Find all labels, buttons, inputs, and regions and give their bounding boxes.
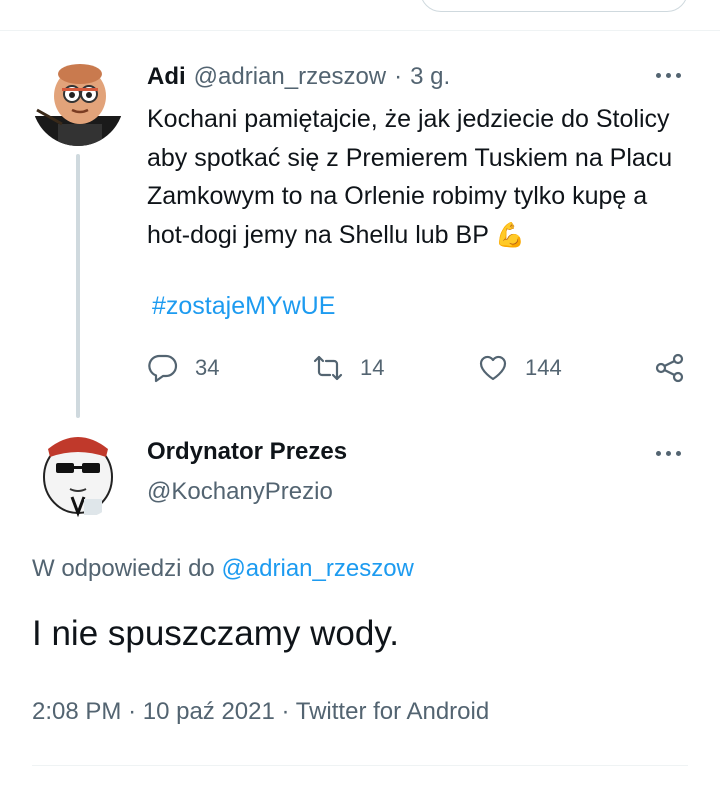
tweet-header: Adi @adrian_rzeszow · 3 g.	[147, 62, 450, 92]
tweet-date[interactable]: 10 paź 2021	[143, 698, 275, 725]
retweet-count: 14	[360, 355, 385, 380]
reply-tweet-text: I nie spuszczamy wody.	[32, 614, 399, 653]
tweet-time[interactable]: 3 g.	[410, 63, 450, 91]
more-dots-icon[interactable]	[652, 70, 684, 80]
tweet-actions: 34 14 144	[147, 350, 692, 386]
avatar[interactable]	[32, 427, 124, 519]
like-button[interactable]: 144	[477, 350, 562, 386]
author-name[interactable]: Adi	[147, 63, 186, 91]
replying-to: W odpowiedzi do @adrian_rzeszow	[32, 555, 414, 583]
reply-button[interactable]: 34	[147, 350, 219, 386]
thread-line	[76, 154, 80, 418]
tweet-timestamp[interactable]: 2:08 PM	[32, 698, 121, 725]
avatar[interactable]	[32, 54, 124, 146]
separator: ·	[281, 698, 290, 725]
divider	[0, 30, 720, 31]
separator: ·	[128, 698, 137, 725]
retweet-button[interactable]: 14	[312, 350, 384, 386]
tweet-meta: 2:08 PM · 10 paź 2021 · Twitter for Andr…	[32, 698, 489, 726]
tweet-source[interactable]: Twitter for Android	[296, 698, 489, 725]
heart-icon	[479, 355, 507, 381]
like-count: 144	[525, 355, 562, 380]
avatar-prezes-image	[32, 427, 124, 519]
share-button[interactable]	[654, 350, 686, 386]
separator: ·	[394, 63, 403, 90]
retweet-arrows-icon	[313, 355, 343, 381]
reply-author-handle[interactable]: @KochanyPrezio	[147, 478, 333, 506]
tweet-text: Kochani pamiętajcie, że jak jedziecie do…	[147, 100, 697, 255]
author-handle[interactable]: @adrian_rzeszow	[194, 63, 386, 91]
hashtag-link[interactable]: #zostajeMYwUE	[152, 292, 335, 321]
speech-bubble-icon	[148, 354, 178, 383]
flexed-biceps-emoji: 💪	[495, 221, 526, 249]
reply-count: 34	[195, 355, 220, 380]
reply-prefix: W odpowiedzi do	[32, 555, 215, 582]
divider	[32, 765, 688, 766]
reply-to-handle-link[interactable]: @adrian_rzeszow	[221, 555, 413, 582]
avatar-adi-image	[32, 54, 124, 146]
reply-author-name[interactable]: Ordynator Prezes	[147, 438, 347, 466]
more-dots-icon[interactable]	[652, 448, 684, 458]
tweet-body: Kochani pamiętajcie, że jak jedziecie do…	[147, 105, 673, 249]
top-pill-button[interactable]	[420, 0, 688, 12]
share-nodes-icon	[655, 353, 684, 383]
